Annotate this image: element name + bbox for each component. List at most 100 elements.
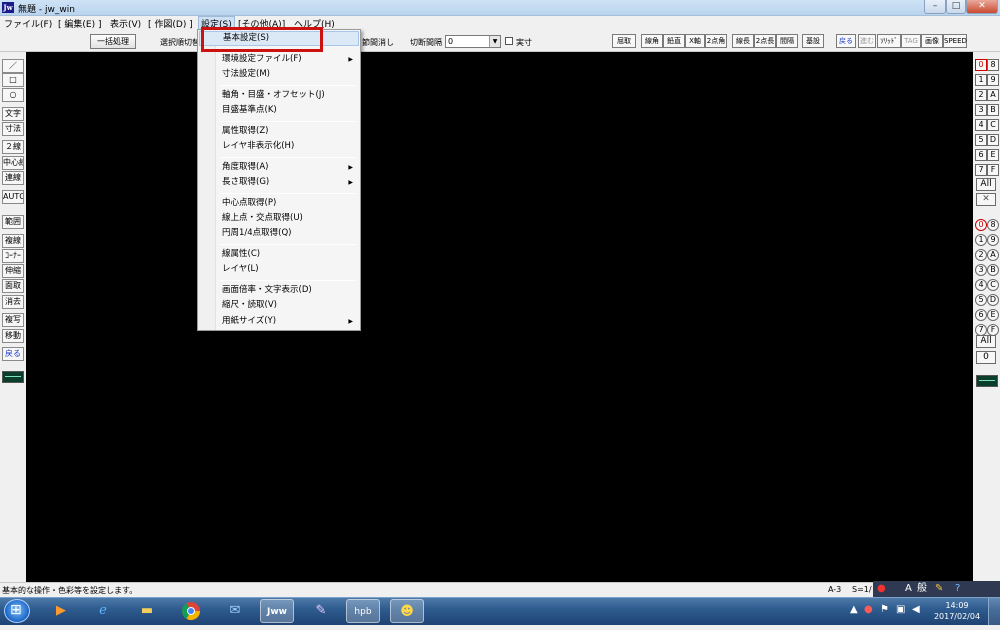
scale-indicator[interactable]: S=1/ — [852, 585, 872, 594]
layer-group-9[interactable]: 9 — [987, 74, 999, 86]
help-icon[interactable]: ? — [955, 581, 960, 597]
menu-item-intersection-point[interactable]: 線上点・交点取得(U) — [199, 211, 359, 226]
layer-group-d[interactable]: D — [987, 134, 999, 146]
toolbar-kussyu[interactable]: 屈取 — [612, 34, 636, 48]
tool-stretch[interactable]: 伸縮 — [2, 264, 24, 278]
toolbar-back[interactable]: 戻る — [836, 34, 856, 48]
tool-erase[interactable]: 消去 — [2, 295, 24, 309]
layer-group-f[interactable]: F — [987, 164, 999, 176]
toolbar-2pt-angle[interactable]: 2点角 — [705, 34, 727, 48]
thunderbird-icon[interactable]: ✉ — [218, 599, 252, 623]
minimize-button[interactable]: – — [924, 0, 946, 14]
menu-item-axis-grid-offset[interactable]: 軸角・目盛・オフセット(J) — [199, 88, 359, 103]
chrome-icon[interactable] — [174, 599, 208, 623]
bulk-process-button[interactable]: 一括処理 — [90, 34, 136, 49]
layer-group-5[interactable]: 5 — [975, 134, 987, 146]
menu-item-quarter-point[interactable]: 円周1/4点取得(Q) — [199, 226, 359, 241]
toolbar-interval[interactable]: 間隔 — [776, 34, 798, 48]
media-player-icon[interactable]: ▶ — [44, 599, 78, 623]
internet-explorer-icon[interactable]: e — [86, 599, 120, 623]
antivirus-icon[interactable]: ● — [864, 604, 873, 615]
paint-icon[interactable]: ✎ — [304, 599, 338, 623]
show-desktop-button[interactable] — [988, 598, 1000, 625]
toolbar-tag[interactable]: TAG — [901, 34, 921, 48]
hpb-icon[interactable]: hpb — [346, 599, 380, 623]
tool-range[interactable]: 範囲 — [2, 215, 24, 229]
game-icon[interactable]: ☻ — [390, 599, 424, 623]
close-button[interactable]: ✕ — [966, 0, 998, 14]
layer-3[interactable]: 3 — [975, 264, 987, 276]
flag-icon[interactable]: ⚑ — [880, 604, 889, 615]
toolbar-line-angle[interactable]: 線角 — [641, 34, 663, 48]
network-icon[interactable]: ▣ — [896, 604, 905, 615]
menu-item-center-point[interactable]: 中心点取得(P) — [199, 196, 359, 211]
tool-chamfer[interactable]: 面取 — [2, 279, 24, 293]
tray-expand-icon[interactable]: ▲ — [850, 604, 858, 615]
layer-d[interactable]: D — [987, 294, 999, 306]
tool-move[interactable]: 移動 — [2, 329, 24, 343]
menu-item-length-get[interactable]: 長さ取得(G) ▶ — [199, 175, 359, 190]
toolbar-2pt-length[interactable]: 2点長 — [754, 34, 776, 48]
toolbar-vertical[interactable]: 鉛直 — [663, 34, 685, 48]
layer-0[interactable]: 0 — [975, 219, 987, 231]
layer-group-4[interactable]: 4 — [975, 119, 987, 131]
layer-5[interactable]: 5 — [975, 294, 987, 306]
layer-e[interactable]: E — [987, 309, 999, 321]
layer-a[interactable]: A — [987, 249, 999, 261]
menu-item-angle-get[interactable]: 角度取得(A) ▶ — [199, 160, 359, 175]
tool-double-line[interactable]: ２線 — [2, 140, 24, 154]
tool-circle[interactable]: ○ — [2, 88, 24, 102]
tool-rectangle[interactable]: □ — [2, 73, 24, 87]
ime-tools-icon[interactable]: ✎ — [935, 581, 943, 597]
toolbar-solid[interactable]: ｿﾘｯﾄﾞ — [877, 34, 901, 48]
toolbar-x-axis[interactable]: X軸 — [685, 34, 705, 48]
tool-text[interactable]: 文字 — [2, 107, 24, 121]
layer-c[interactable]: C — [987, 279, 999, 291]
layer-group-2[interactable]: 2 — [975, 89, 987, 101]
select-order-toggle[interactable]: 選択順切替 — [160, 37, 200, 48]
actual-size-checkbox[interactable] — [505, 37, 513, 45]
start-button[interactable] — [4, 599, 30, 623]
tool-dimension[interactable]: 寸法 — [2, 122, 24, 136]
toolbar-image[interactable]: 画像 — [921, 34, 943, 48]
layer-zero-button[interactable]: 0 — [976, 351, 996, 364]
menu-item-dimension-settings[interactable]: 寸法設定(M) — [199, 67, 359, 82]
layer-group-7[interactable]: 7 — [975, 164, 987, 176]
speaker-muted-icon[interactable]: ◀ — [912, 604, 920, 615]
toolbar-forward[interactable]: 進む — [858, 34, 876, 48]
tool-corner[interactable]: ｺｰﾅｰ — [2, 249, 24, 263]
menu-file[interactable]: ファイル(F) — [4, 17, 52, 30]
menu-item-scale-read[interactable]: 縮尺・読取(V) — [199, 298, 359, 313]
toolbar-base-setting[interactable]: 基設 — [802, 34, 824, 48]
tool-auto[interactable]: AUTO — [2, 190, 24, 204]
layer-all-button[interactable]: All — [976, 335, 996, 348]
toolbar-speed[interactable]: SPEED — [943, 34, 967, 48]
layer-group-1[interactable]: 1 — [975, 74, 987, 86]
layer-group-b[interactable]: B — [987, 104, 999, 116]
layer-6[interactable]: 6 — [975, 309, 987, 321]
layer-group-0[interactable]: 0 — [975, 59, 987, 71]
menu-item-paper-size[interactable]: 用紙サイズ(Y) ▶ — [199, 314, 359, 329]
tool-center-line[interactable]: 中心線 — [2, 156, 24, 170]
folder-icon[interactable]: ▬ — [130, 599, 164, 623]
ime-icon[interactable]: ● — [877, 581, 886, 597]
layer-9[interactable]: 9 — [987, 234, 999, 246]
maximize-button[interactable]: □ — [946, 0, 966, 14]
cut-interval-combo[interactable]: 0 ▼ — [445, 35, 501, 48]
menu-item-layer-hide[interactable]: レイヤ非表示化(H) — [199, 139, 359, 154]
layer-group-all-button[interactable]: All — [976, 178, 996, 191]
layer-b[interactable]: B — [987, 264, 999, 276]
layer-group-e[interactable]: E — [987, 149, 999, 161]
menu-item-env-file[interactable]: 環境設定ファイル(F) ▶ — [199, 52, 359, 67]
tool-continuous-line[interactable]: 連線 — [2, 171, 24, 185]
layer-2[interactable]: 2 — [975, 249, 987, 261]
menu-view[interactable]: 表示(V) — [110, 17, 141, 30]
toolbar-line-length[interactable]: 線長 — [732, 34, 754, 48]
menu-item-attribute-get[interactable]: 属性取得(Z) — [199, 124, 359, 139]
chevron-down-icon[interactable]: ▼ — [489, 36, 500, 47]
layer-group-3[interactable]: 3 — [975, 104, 987, 116]
layer-4[interactable]: 4 — [975, 279, 987, 291]
line-type-indicator[interactable] — [2, 371, 24, 383]
layer-8[interactable]: 8 — [987, 219, 999, 231]
menu-draw[interactable]: [ 作図(D) ] — [148, 17, 193, 30]
